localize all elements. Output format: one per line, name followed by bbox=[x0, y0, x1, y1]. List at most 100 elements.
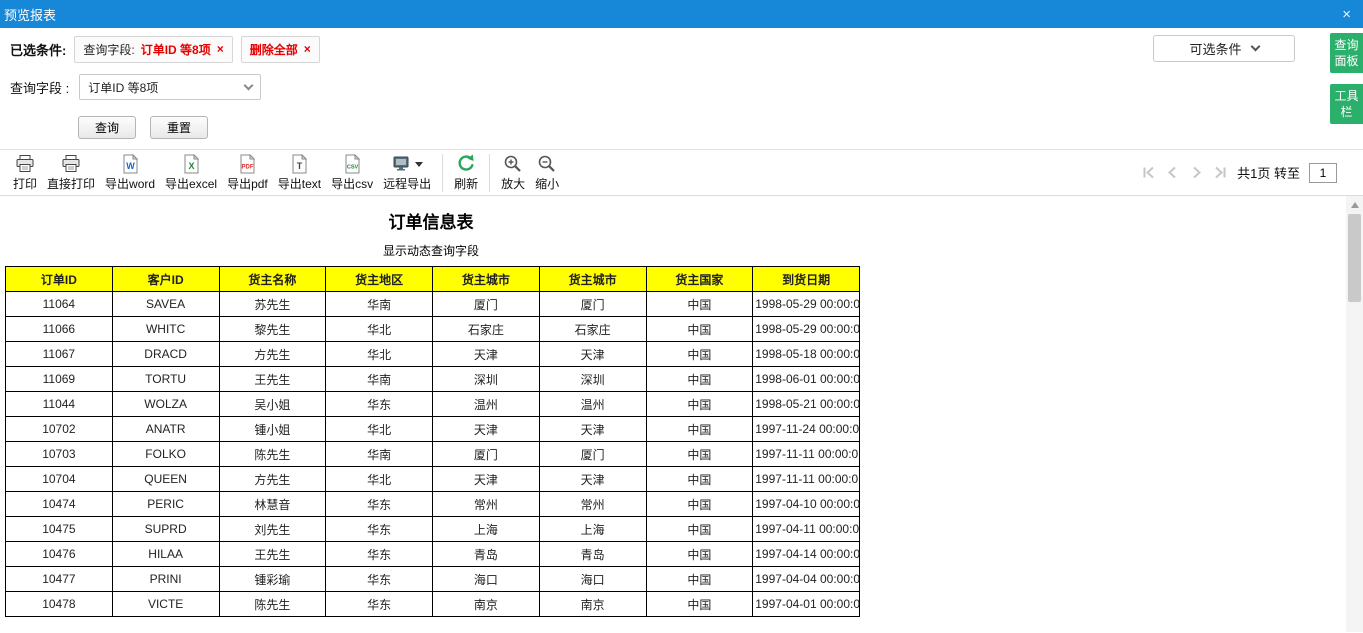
column-header: 货主国家 bbox=[646, 267, 753, 292]
tool-label: 导出pdf bbox=[227, 175, 268, 192]
export-csv-button[interactable]: CSV 导出csv bbox=[326, 153, 378, 192]
zoom-in-button[interactable]: 放大 bbox=[496, 153, 530, 192]
table-cell: DRACD bbox=[112, 342, 219, 367]
pagination: 共1页 转至 bbox=[1141, 163, 1355, 183]
csv-doc-icon: CSV bbox=[344, 153, 361, 175]
side-tab-toolbar[interactable]: 工具栏 bbox=[1330, 84, 1363, 124]
side-tab-query-panel[interactable]: 查询面板 bbox=[1330, 33, 1363, 73]
tool-label: 缩小 bbox=[535, 175, 559, 192]
vertical-scrollbar[interactable] bbox=[1346, 196, 1363, 632]
table-cell: 10474 bbox=[6, 492, 113, 517]
condition-tag-delete-all[interactable]: 删除全部 × bbox=[241, 36, 320, 63]
scroll-up-icon[interactable] bbox=[1346, 196, 1363, 213]
prev-page-icon[interactable] bbox=[1165, 165, 1180, 180]
table-cell: 中国 bbox=[646, 467, 753, 492]
table-cell: 1997-04-10 00:00:0 bbox=[753, 492, 860, 517]
export-text-button[interactable]: T 导出text bbox=[273, 153, 326, 192]
toolbar-divider bbox=[442, 154, 443, 192]
table-cell: 青岛 bbox=[433, 542, 540, 567]
optional-conditions-button[interactable]: 可选条件 bbox=[1153, 35, 1295, 62]
table-cell: 华东 bbox=[326, 392, 433, 417]
table-cell: 中国 bbox=[646, 442, 753, 467]
reset-button[interactable]: 重置 bbox=[150, 116, 208, 139]
table-cell: FOLKO bbox=[112, 442, 219, 467]
export-pdf-button[interactable]: PDF 导出pdf bbox=[222, 153, 273, 192]
delete-all-label: 删除全部 bbox=[250, 41, 298, 58]
report-subtitle: 显示动态查询字段 bbox=[0, 242, 862, 259]
last-page-icon[interactable] bbox=[1213, 165, 1228, 180]
table-cell: VICTE bbox=[112, 592, 219, 617]
table-cell: 华北 bbox=[326, 342, 433, 367]
first-page-icon[interactable] bbox=[1141, 165, 1156, 180]
tool-label: 导出word bbox=[105, 175, 155, 192]
table-cell: 1998-06-01 00:00:0 bbox=[753, 367, 860, 392]
page-input[interactable] bbox=[1309, 163, 1337, 183]
text-doc-icon: T bbox=[291, 153, 308, 175]
table-cell: 南京 bbox=[539, 592, 646, 617]
table-cell: 厦门 bbox=[539, 292, 646, 317]
table-row: 10476HILAA王先生华东青岛青岛中国1997-04-14 00:00:0 bbox=[6, 542, 860, 567]
selected-conditions-bar: 已选条件: 查询字段: 订单ID 等8项 × 删除全部 × 可选条件 bbox=[0, 28, 1363, 70]
direct-print-button[interactable]: 直接打印 bbox=[42, 153, 100, 192]
condition-tag-query-field[interactable]: 查询字段: 订单ID 等8项 × bbox=[74, 36, 232, 63]
printer-icon bbox=[15, 153, 35, 175]
table-row: 10474PERIC林慧音华东常州常州中国1997-04-10 00:00:0 bbox=[6, 492, 860, 517]
table-cell: 石家庄 bbox=[433, 317, 540, 342]
remote-export-icon bbox=[392, 153, 423, 175]
zoom-out-button[interactable]: 缩小 bbox=[530, 153, 564, 192]
next-page-icon[interactable] bbox=[1189, 165, 1204, 180]
table-cell: TORTU bbox=[112, 367, 219, 392]
table-cell: 天津 bbox=[539, 467, 646, 492]
export-excel-button[interactable]: X 导出excel bbox=[160, 153, 222, 192]
remove-delete-all-icon[interactable]: × bbox=[304, 42, 311, 56]
table-cell: 林慧音 bbox=[219, 492, 326, 517]
column-header: 订单ID bbox=[6, 267, 113, 292]
remote-export-button[interactable]: 远程导出 bbox=[378, 153, 436, 192]
refresh-button[interactable]: 刷新 bbox=[449, 153, 483, 192]
table-cell: 中国 bbox=[646, 592, 753, 617]
table-cell: 华东 bbox=[326, 542, 433, 567]
table-cell: 中国 bbox=[646, 392, 753, 417]
table-cell: 青岛 bbox=[539, 542, 646, 567]
window-title: 预览报表 bbox=[4, 5, 56, 24]
table-cell: 10477 bbox=[6, 567, 113, 592]
export-word-button[interactable]: W 导出word bbox=[100, 153, 160, 192]
table-cell: 1997-04-14 00:00:0 bbox=[753, 542, 860, 567]
svg-text:PDF: PDF bbox=[241, 165, 253, 171]
close-icon[interactable]: × bbox=[1342, 7, 1351, 22]
scrollbar-thumb[interactable] bbox=[1348, 214, 1361, 302]
table-cell: 吴小姐 bbox=[219, 392, 326, 417]
query-button[interactable]: 查询 bbox=[78, 116, 136, 139]
table-cell: 11044 bbox=[6, 392, 113, 417]
query-field-select[interactable]: 订单ID 等8项 bbox=[79, 74, 261, 100]
table-cell: 中国 bbox=[646, 542, 753, 567]
chevron-down-icon bbox=[244, 80, 254, 90]
chevron-down-icon bbox=[1250, 42, 1260, 52]
report-toolbar: 打印 直接打印 W 导出word X 导出excel PDF 导出pdf bbox=[0, 149, 1363, 196]
table-cell: 上海 bbox=[433, 517, 540, 542]
print-button[interactable]: 打印 bbox=[8, 153, 42, 192]
table-cell: ANATR bbox=[112, 417, 219, 442]
table-cell: 陈先生 bbox=[219, 442, 326, 467]
optional-conditions-label: 可选条件 bbox=[1189, 39, 1241, 58]
table-row: 10477PRINI锺彩瑜华东海口海口中国1997-04-04 00:00:0 bbox=[6, 567, 860, 592]
remove-condition-icon[interactable]: × bbox=[217, 42, 224, 56]
table-cell: 中国 bbox=[646, 342, 753, 367]
table-cell: 华北 bbox=[326, 467, 433, 492]
table-cell: 中国 bbox=[646, 492, 753, 517]
tool-label: 直接打印 bbox=[47, 175, 95, 192]
svg-text:X: X bbox=[188, 161, 194, 171]
column-header: 货主城市 bbox=[539, 267, 646, 292]
table-cell: 10478 bbox=[6, 592, 113, 617]
chevron-down-icon[interactable] bbox=[415, 162, 423, 167]
table-cell: 华东 bbox=[326, 592, 433, 617]
query-field-value: 订单ID 等8项 bbox=[88, 79, 158, 96]
table-cell: 11064 bbox=[6, 292, 113, 317]
table-row: 11069TORTU王先生华南深圳深圳中国1998-06-01 00:00:0 bbox=[6, 367, 860, 392]
table-row: 10704QUEEN方先生华北天津天津中国1997-11-11 00:00:0 bbox=[6, 467, 860, 492]
table-cell: PERIC bbox=[112, 492, 219, 517]
zoom-in-icon bbox=[503, 153, 523, 175]
table-cell: 方先生 bbox=[219, 342, 326, 367]
table-cell: 中国 bbox=[646, 567, 753, 592]
table-row: 10703FOLKO陈先生华南厦门厦门中国1997-11-11 00:00:0 bbox=[6, 442, 860, 467]
